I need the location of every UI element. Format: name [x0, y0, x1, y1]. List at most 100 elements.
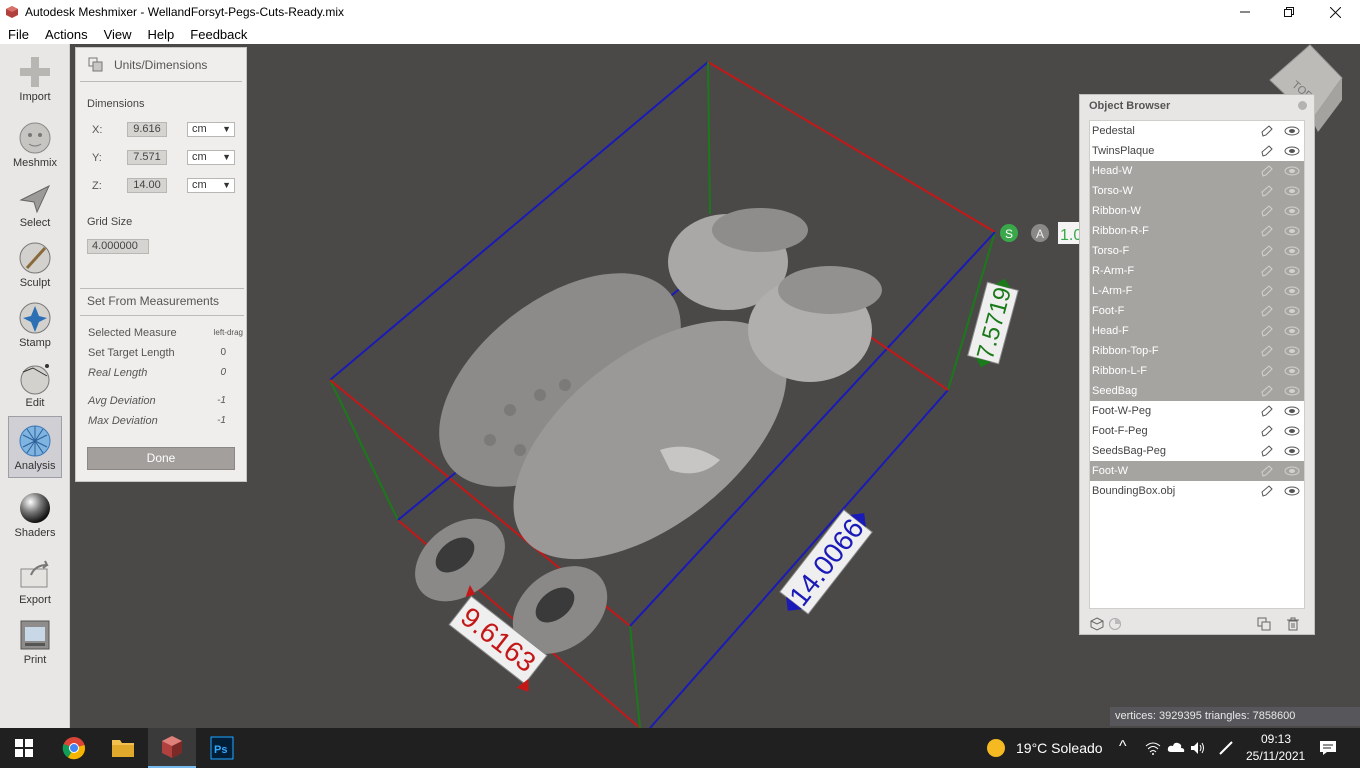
list-item[interactable]: Ribbon-R-F: [1090, 221, 1304, 241]
stamp-button[interactable]: Stamp: [0, 294, 70, 356]
gizmo-a-button[interactable]: A: [1031, 224, 1049, 242]
grid-size-field[interactable]: 4.000000: [87, 239, 149, 254]
edit-pencil-icon[interactable]: [1260, 144, 1274, 158]
eye-icon[interactable]: [1284, 165, 1300, 177]
eye-icon[interactable]: [1284, 485, 1300, 497]
list-item[interactable]: BoundingBox.obj: [1090, 481, 1304, 501]
edit-pencil-icon[interactable]: [1260, 324, 1274, 338]
clock-date[interactable]: 25/11/2021: [1246, 749, 1305, 763]
maximize-button[interactable]: [1266, 0, 1312, 24]
list-item[interactable]: Torso-W: [1090, 181, 1304, 201]
eye-icon[interactable]: [1284, 305, 1300, 317]
duplicate-icon[interactable]: [1257, 617, 1271, 631]
x-unit-select[interactable]: cm ▼: [187, 122, 235, 137]
clock-time[interactable]: 09:13: [1261, 732, 1291, 746]
edit-pencil-icon[interactable]: [1260, 384, 1274, 398]
list-item[interactable]: Head-F: [1090, 321, 1304, 341]
eye-icon[interactable]: [1284, 365, 1300, 377]
eye-icon[interactable]: [1284, 425, 1300, 437]
list-item[interactable]: L-Arm-F: [1090, 281, 1304, 301]
eye-icon[interactable]: [1284, 245, 1300, 257]
eye-icon[interactable]: [1284, 205, 1300, 217]
edit-pencil-icon[interactable]: [1260, 184, 1274, 198]
weather-text[interactable]: 19°C Soleado: [1016, 740, 1103, 756]
edit-pencil-icon[interactable]: [1260, 424, 1274, 438]
edit-pencil-icon[interactable]: [1260, 464, 1274, 478]
list-item[interactable]: Foot-F-Peg: [1090, 421, 1304, 441]
list-item[interactable]: Foot-W: [1090, 461, 1304, 481]
minimize-button[interactable]: [1222, 0, 1268, 24]
list-item[interactable]: SeedBag: [1090, 381, 1304, 401]
gizmo-s-button[interactable]: S: [1000, 224, 1018, 242]
close-button[interactable]: [1312, 0, 1358, 24]
menu-help[interactable]: Help: [140, 27, 183, 42]
edit-pencil-icon[interactable]: [1260, 304, 1274, 318]
sculpt-button[interactable]: Sculpt: [0, 234, 70, 296]
eye-icon[interactable]: [1284, 385, 1300, 397]
edit-pencil-icon[interactable]: [1260, 344, 1274, 358]
y-value-field[interactable]: 7.571: [127, 150, 167, 165]
list-item[interactable]: Ribbon-L-F: [1090, 361, 1304, 381]
edit-button[interactable]: Edit: [0, 354, 70, 416]
start-button[interactable]: [0, 728, 48, 768]
edit-pencil-icon[interactable]: [1260, 364, 1274, 378]
list-item[interactable]: Torso-F: [1090, 241, 1304, 261]
import-button[interactable]: Import: [0, 48, 70, 110]
z-value-field[interactable]: 14.00: [127, 178, 167, 193]
taskbar-photoshop[interactable]: Ps: [198, 728, 246, 768]
trash-icon[interactable]: [1286, 617, 1300, 631]
edit-pencil-icon[interactable]: [1260, 244, 1274, 258]
eye-icon[interactable]: [1284, 185, 1300, 197]
menu-actions[interactable]: Actions: [37, 27, 96, 42]
list-item[interactable]: Ribbon-W: [1090, 201, 1304, 221]
volume-icon[interactable]: [1190, 740, 1206, 756]
pie-icon[interactable]: [1108, 617, 1122, 631]
list-item[interactable]: Foot-W-Peg: [1090, 401, 1304, 421]
list-item[interactable]: Foot-F: [1090, 301, 1304, 321]
list-item[interactable]: SeedsBag-Peg: [1090, 441, 1304, 461]
edit-pencil-icon[interactable]: [1260, 204, 1274, 218]
eye-icon[interactable]: [1284, 325, 1300, 337]
eye-icon[interactable]: [1284, 445, 1300, 457]
print-button[interactable]: Print: [0, 611, 70, 673]
chevron-up-icon[interactable]: ^: [1119, 738, 1127, 756]
eye-icon[interactable]: [1284, 405, 1300, 417]
edit-pencil-icon[interactable]: [1260, 124, 1274, 138]
shaders-button[interactable]: Shaders: [0, 484, 70, 546]
list-item[interactable]: Head-W: [1090, 161, 1304, 181]
eye-icon[interactable]: [1284, 465, 1300, 477]
eye-icon[interactable]: [1284, 345, 1300, 357]
edit-pencil-icon[interactable]: [1260, 284, 1274, 298]
object-list[interactable]: Pedestal TwinsPlaque Head-W Torso-W Ribbon-W…: [1089, 120, 1305, 609]
edit-pencil-icon[interactable]: [1260, 484, 1274, 498]
eye-icon[interactable]: [1284, 265, 1300, 277]
taskbar-meshmixer[interactable]: [148, 728, 196, 768]
notifications-icon[interactable]: [1319, 740, 1337, 756]
close-icon[interactable]: [1298, 101, 1307, 110]
edit-pencil-icon[interactable]: [1260, 224, 1274, 238]
network-icon[interactable]: [1145, 741, 1161, 755]
eye-icon[interactable]: [1284, 225, 1300, 237]
x-value-field[interactable]: 9.616: [127, 122, 167, 137]
edit-pencil-icon[interactable]: [1260, 164, 1274, 178]
eye-icon[interactable]: [1284, 145, 1300, 157]
onedrive-cloud-icon[interactable]: [1167, 741, 1185, 753]
select-button[interactable]: Select: [0, 174, 70, 236]
eye-icon[interactable]: [1284, 285, 1300, 297]
edit-pencil-icon[interactable]: [1260, 444, 1274, 458]
list-item[interactable]: Ribbon-Top-F: [1090, 341, 1304, 361]
analysis-button[interactable]: Analysis: [8, 416, 62, 478]
edit-pencil-icon[interactable]: [1260, 404, 1274, 418]
menu-file[interactable]: File: [0, 27, 37, 42]
cube-icon[interactable]: [1090, 617, 1104, 631]
z-unit-select[interactable]: cm ▼: [187, 178, 235, 193]
meshmix-button[interactable]: Meshmix: [0, 114, 70, 176]
pen-icon[interactable]: [1218, 740, 1234, 756]
export-button[interactable]: Export: [0, 551, 70, 613]
target-length-value[interactable]: 0: [186, 347, 226, 358]
done-button[interactable]: Done: [87, 447, 235, 470]
menu-view[interactable]: View: [96, 27, 140, 42]
list-item[interactable]: TwinsPlaque: [1090, 141, 1304, 161]
edit-pencil-icon[interactable]: [1260, 264, 1274, 278]
taskbar-file-explorer[interactable]: [99, 728, 147, 768]
